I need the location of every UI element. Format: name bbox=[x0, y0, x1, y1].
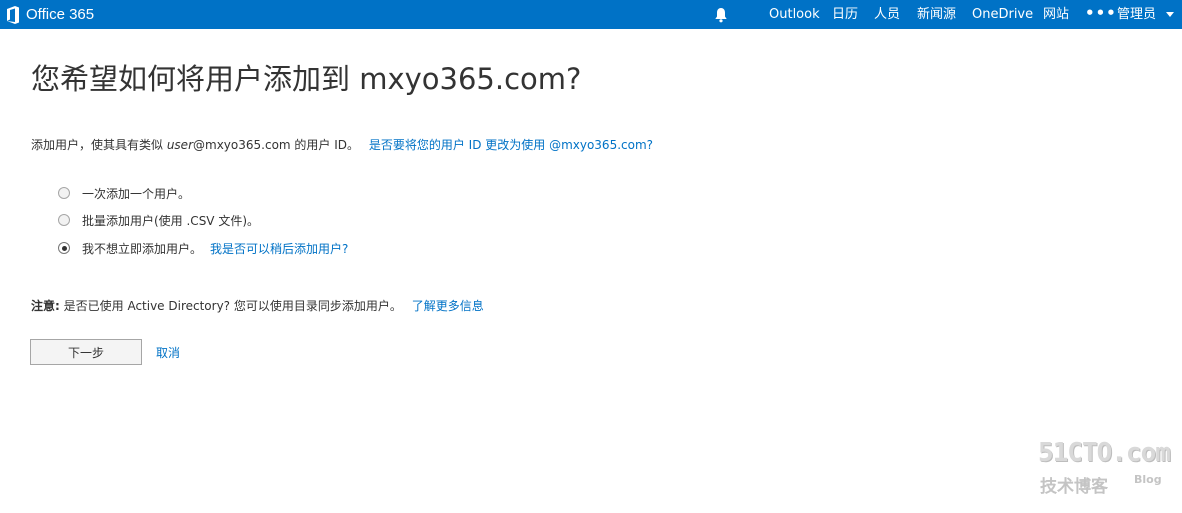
intro-text: 添加用户，使其具有类似 user@mxyo365.com 的用户 ID。 是否要… bbox=[31, 136, 653, 153]
office-logo-icon bbox=[7, 5, 19, 24]
watermark-sub: 技术博客 bbox=[1040, 477, 1108, 497]
next-button[interactable]: 下一步 bbox=[30, 339, 142, 365]
add-later-link[interactable]: 我是否可以稍后添加用户? bbox=[210, 240, 348, 257]
radio-add-one-user[interactable] bbox=[58, 187, 70, 199]
cancel-link[interactable]: 取消 bbox=[156, 344, 180, 361]
option-bulk-add-users[interactable]: 批量添加用户(使用 .CSV 文件)。 bbox=[58, 212, 259, 228]
radio-dont-add-now[interactable] bbox=[58, 242, 70, 254]
nav-onedrive[interactable]: OneDrive bbox=[972, 0, 1033, 29]
page-title: 您希望如何将用户添加到 mxyo365.com? bbox=[31, 62, 582, 96]
site-watermark: 51CTO.com 技术博客 Blog bbox=[1038, 438, 1171, 498]
option-add-one-user[interactable]: 一次添加一个用户。 bbox=[58, 185, 190, 201]
radio-bulk-add-users[interactable] bbox=[58, 214, 70, 226]
nav-calendar[interactable]: 日历 bbox=[832, 0, 858, 29]
nav-newsfeed[interactable]: 新闻源 bbox=[917, 0, 956, 29]
chevron-down-icon[interactable] bbox=[1166, 12, 1174, 17]
top-bar: Office 365 Outlook 日历 人员 新闻源 OneDrive 网站… bbox=[0, 0, 1182, 29]
office365-brand[interactable]: Office 365 bbox=[6, 0, 94, 29]
more-apps-button[interactable]: ••• bbox=[1085, 0, 1117, 29]
nav-outlook[interactable]: Outlook bbox=[769, 0, 820, 29]
option-label-dont-add-now: 我不想立即添加用户。 bbox=[82, 241, 203, 256]
watermark-main: 51CTO.com bbox=[1038, 438, 1171, 468]
watermark-blog: Blog bbox=[1134, 473, 1162, 486]
option-label-add-one-user: 一次添加一个用户。 bbox=[82, 186, 191, 201]
note-label: 注意: bbox=[31, 299, 60, 313]
nav-sites[interactable]: 网站 bbox=[1043, 0, 1069, 29]
intro-example-domain: @mxyo365.com 的用户 ID。 bbox=[193, 138, 360, 152]
option-dont-add-now[interactable]: 我不想立即添加用户。 我是否可以稍后添加用户? bbox=[58, 240, 348, 256]
learn-more-link[interactable]: 了解更多信息 bbox=[412, 299, 484, 313]
brand-name: Office 365 bbox=[26, 6, 95, 23]
user-menu-name[interactable]: 管理员 bbox=[1117, 0, 1156, 29]
intro-example-user: user bbox=[166, 138, 194, 152]
change-user-id-link[interactable]: 是否要将您的用户 ID 更改为使用 @mxyo365.com? bbox=[369, 138, 653, 152]
option-label-bulk-add-users: 批量添加用户(使用 .CSV 文件)。 bbox=[82, 213, 260, 228]
bell-icon[interactable] bbox=[714, 7, 728, 23]
intro-text-before: 添加用户，使其具有类似 bbox=[31, 138, 167, 152]
directory-sync-note: 注意: 是否已使用 Active Directory? 您可以使用目录同步添加用… bbox=[31, 297, 484, 314]
note-text: 是否已使用 Active Directory? 您可以使用目录同步添加用户。 bbox=[59, 299, 402, 313]
nav-people[interactable]: 人员 bbox=[874, 0, 900, 29]
